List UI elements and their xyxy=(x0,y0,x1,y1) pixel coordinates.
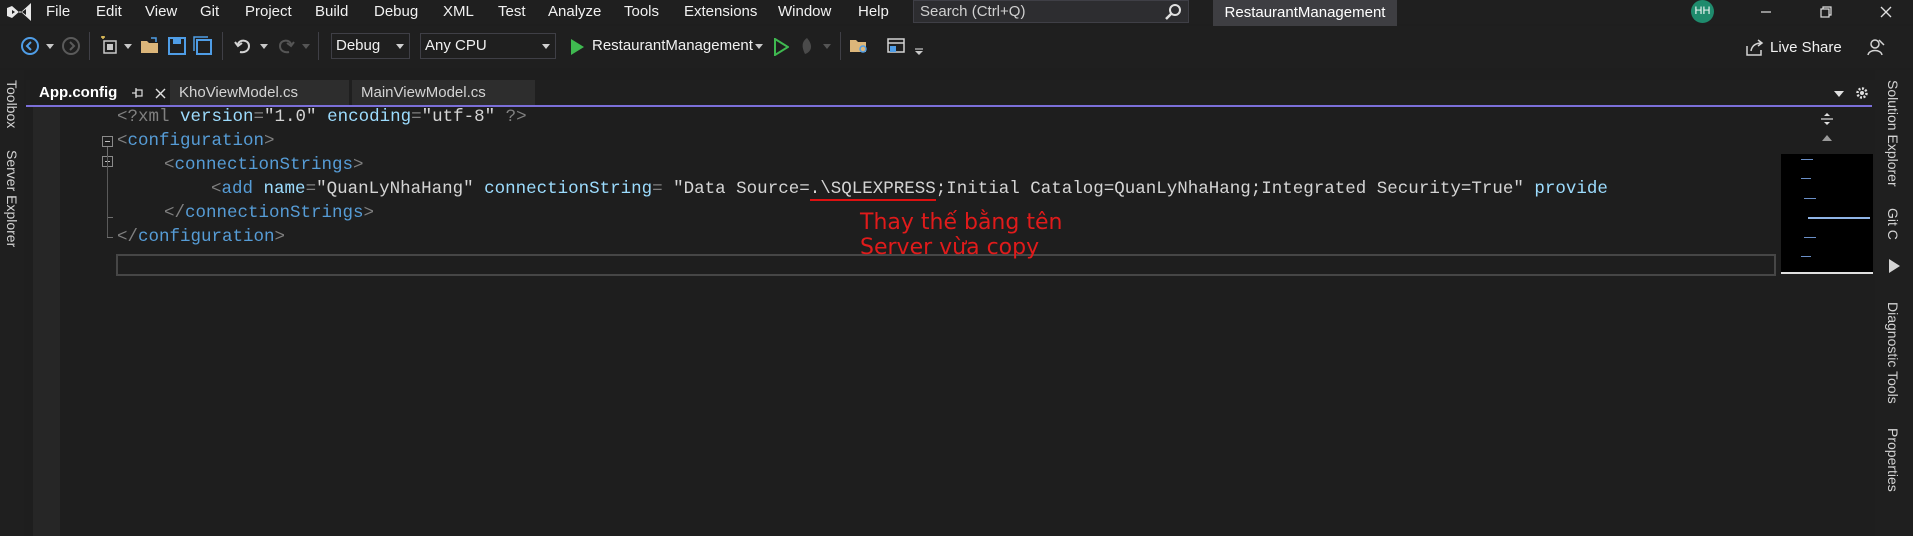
code-line-6: </configuration> xyxy=(117,227,286,247)
chevron-down-icon xyxy=(542,44,550,49)
split-window-icon[interactable] xyxy=(1819,111,1835,127)
menu-file[interactable]: File xyxy=(46,0,70,24)
toolbar-overflow-icon[interactable] xyxy=(914,48,924,56)
live-preview-icon[interactable] xyxy=(1886,258,1902,274)
search-icon xyxy=(1165,4,1181,20)
menu-window[interactable]: Window xyxy=(778,0,831,24)
solution-name: RestaurantManagement xyxy=(1213,0,1397,26)
tab-app-config[interactable]: App.config xyxy=(30,80,179,106)
live-share-icon[interactable] xyxy=(1745,38,1765,58)
settings-gear-icon[interactable] xyxy=(1855,86,1869,100)
glyph-margin xyxy=(33,107,60,536)
menu-extensions[interactable]: Extensions xyxy=(684,0,757,24)
save-all-icon[interactable] xyxy=(193,36,213,56)
menu-view[interactable]: View xyxy=(145,0,177,24)
left-tool-window-rail: Toolbox Server Explorer xyxy=(0,70,24,536)
window-layout-icon[interactable] xyxy=(886,36,906,56)
server-name-underlined: .\SQLEXPRESS xyxy=(809,179,936,201)
minimap-preview[interactable] xyxy=(1781,154,1873,274)
tab-main-view-model[interactable]: MainViewModel.cs xyxy=(352,80,535,106)
hot-reload-dropdown-icon[interactable] xyxy=(823,44,831,50)
redo-icon[interactable] xyxy=(276,36,296,56)
start-project-button[interactable]: RestaurantManagement xyxy=(592,33,753,59)
minimize-icon[interactable] xyxy=(1743,0,1789,24)
tab-list-dropdown-icon[interactable] xyxy=(1834,91,1844,97)
code-line-2: <configuration> xyxy=(117,131,275,151)
menu-tools[interactable]: Tools xyxy=(624,0,659,24)
restore-icon[interactable] xyxy=(1803,0,1849,24)
search-box[interactable]: Search (Ctrl+Q) xyxy=(913,0,1189,23)
tab-label: KhoViewModel.cs xyxy=(179,84,298,101)
code-line-1: <?xml version="1.0" encoding="utf-8" ?> xyxy=(117,107,527,127)
annotation-line-1: Thay thế bằng tên xyxy=(860,210,1063,235)
chevron-down-icon xyxy=(396,44,404,49)
tab-label: App.config xyxy=(39,84,118,101)
code-line-3: <connectionStrings> xyxy=(164,155,364,175)
code-line-4: <add name="QuanLyNhaHang" connectionStri… xyxy=(211,177,1777,201)
live-share-button[interactable]: Live Share xyxy=(1770,39,1842,56)
document-tab-strip: App.config KhoViewModel.cs MainViewModel… xyxy=(26,80,1880,106)
minimap-viewport-indicator xyxy=(1781,272,1873,274)
close-tab-icon[interactable] xyxy=(155,88,166,99)
start-dropdown-icon[interactable] xyxy=(755,44,763,50)
menu-analyze[interactable]: Analyze xyxy=(548,0,601,24)
toolbar-separator xyxy=(840,32,841,60)
code-line-5: </connectionStrings> xyxy=(164,203,375,223)
save-icon[interactable] xyxy=(167,36,187,56)
menu-project[interactable]: Project xyxy=(245,0,292,24)
undo-dropdown-icon[interactable] xyxy=(260,44,268,50)
find-in-files-icon[interactable] xyxy=(849,36,869,56)
right-tool-window-rail: Solution Explorer Git C Diagnostic Tools… xyxy=(1875,70,1913,536)
toolbar-separator xyxy=(318,32,319,60)
minimap-scrollbar[interactable] xyxy=(1781,107,1873,536)
redo-dropdown-icon[interactable] xyxy=(302,44,310,50)
tab-kho-view-model[interactable]: KhoViewModel.cs xyxy=(170,80,349,106)
solution-platform-select[interactable]: Any CPU xyxy=(420,33,556,59)
menu-test[interactable]: Test xyxy=(498,0,526,24)
new-dropdown-icon[interactable] xyxy=(124,44,132,50)
close-window-icon[interactable] xyxy=(1863,0,1909,24)
back-dropdown-icon[interactable] xyxy=(46,44,54,50)
fold-guide xyxy=(107,147,108,156)
fold-guide xyxy=(107,237,113,238)
scroll-up-icon[interactable] xyxy=(1822,135,1832,141)
start-without-debugging-icon[interactable] xyxy=(773,38,789,56)
collapse-configuration-icon[interactable] xyxy=(102,136,113,147)
annotation-line-2: Server vừa copy xyxy=(860,235,1040,260)
standard-toolbar: Debug Any CPU RestaurantManagement Live … xyxy=(0,26,1913,68)
navigate-forward-icon[interactable] xyxy=(61,36,81,56)
tab-label: MainViewModel.cs xyxy=(361,84,486,101)
undo-icon[interactable] xyxy=(233,36,253,56)
start-debugging-icon[interactable] xyxy=(569,38,585,56)
platform-value: Any CPU xyxy=(425,37,487,54)
user-avatar[interactable]: HH xyxy=(1691,0,1714,23)
toolbar-separator xyxy=(222,32,223,60)
menu-help[interactable]: Help xyxy=(858,0,889,24)
new-project-icon[interactable] xyxy=(100,36,120,56)
navigate-back-icon[interactable] xyxy=(20,36,40,56)
feedback-icon[interactable] xyxy=(1866,37,1886,57)
fold-guide xyxy=(107,156,108,238)
git-changes-tab[interactable]: Git C xyxy=(1885,208,1901,240)
menu-build[interactable]: Build xyxy=(315,0,348,24)
search-placeholder: Search (Ctrl+Q) xyxy=(920,3,1026,20)
menu-bar: File Edit View Git Project Build Debug X… xyxy=(0,0,1913,26)
solution-explorer-tab[interactable]: Solution Explorer xyxy=(1885,80,1901,187)
hot-reload-icon[interactable] xyxy=(797,36,817,56)
menu-debug[interactable]: Debug xyxy=(374,0,418,24)
solution-configuration-select[interactable]: Debug xyxy=(331,33,410,59)
menu-git[interactable]: Git xyxy=(200,0,219,24)
toolbox-tab[interactable]: Toolbox xyxy=(4,80,20,128)
open-folder-icon[interactable] xyxy=(140,36,160,56)
configuration-value: Debug xyxy=(336,37,381,54)
pin-icon[interactable] xyxy=(132,88,144,98)
toolbar-separator xyxy=(89,32,90,60)
code-editor[interactable]: <?xml version="1.0" encoding="utf-8" ?> … xyxy=(33,107,1780,536)
visual-studio-logo-icon[interactable] xyxy=(4,1,34,23)
properties-tab[interactable]: Properties xyxy=(1885,428,1901,492)
diagnostic-tools-tab[interactable]: Diagnostic Tools xyxy=(1885,302,1901,404)
server-explorer-tab[interactable]: Server Explorer xyxy=(4,150,20,247)
menu-edit[interactable]: Edit xyxy=(96,0,122,24)
menu-xml[interactable]: XML xyxy=(443,0,474,24)
